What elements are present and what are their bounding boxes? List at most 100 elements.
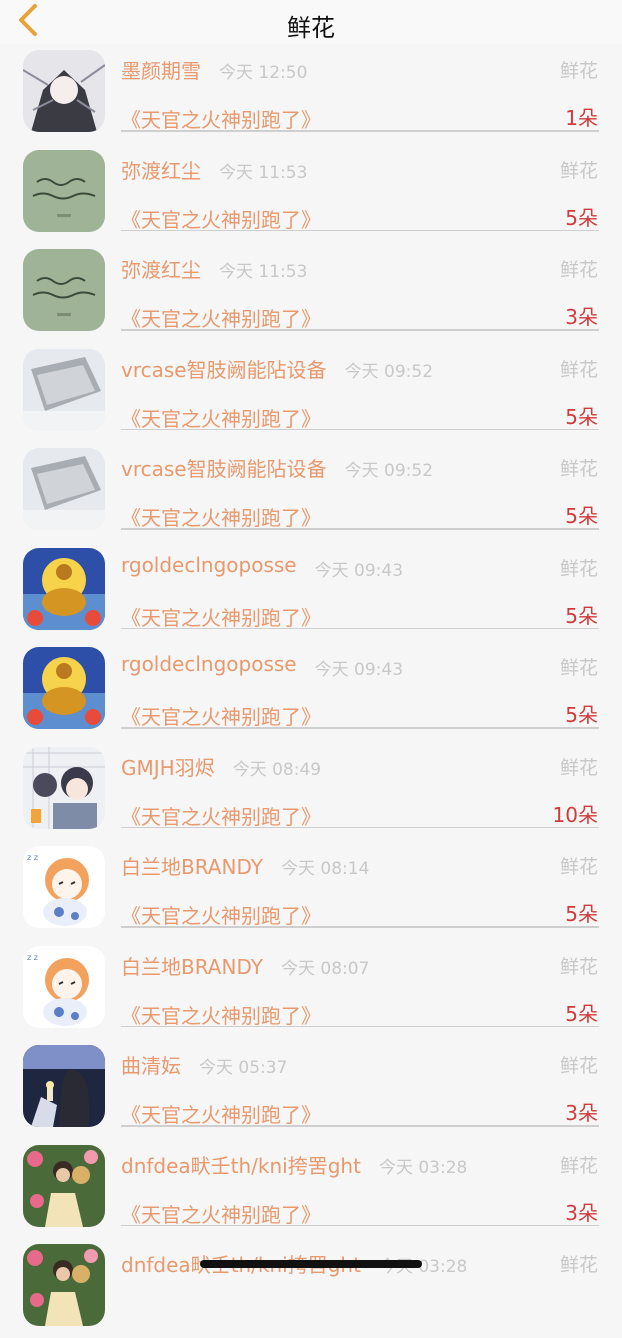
avatar[interactable] bbox=[23, 1244, 105, 1326]
row-divider bbox=[121, 1025, 599, 1027]
home-indicator bbox=[200, 1260, 422, 1268]
timestamp: 今天 09:43 bbox=[314, 560, 404, 581]
flower-count: 5朵 bbox=[565, 404, 598, 429]
avatar[interactable] bbox=[23, 1045, 105, 1127]
flower-count: 5朵 bbox=[565, 902, 598, 926]
flower-count: 5朵 bbox=[565, 205, 598, 230]
row-divider bbox=[121, 528, 599, 530]
avatar[interactable] bbox=[23, 1144, 105, 1227]
row-divider bbox=[121, 329, 599, 331]
flower-count: 3朵 bbox=[565, 1101, 598, 1125]
sender-name[interactable]: rgoldeclngoposse bbox=[121, 553, 297, 577]
timestamp: 今天 11:53 bbox=[219, 262, 308, 282]
svg-text:z z: z z bbox=[27, 953, 38, 962]
list-item[interactable]: 曲清妘 今天 05:37 鲜花《天官之火神别跑了》 3朵 bbox=[0, 1039, 622, 1139]
avatar[interactable] bbox=[23, 547, 105, 630]
avatar[interactable] bbox=[23, 50, 105, 132]
avatar[interactable] bbox=[23, 149, 105, 232]
list-item[interactable]: dnfdea畎壬th/kni挎罟ght今天 03:28鲜花 bbox=[0, 1238, 622, 1338]
page-title: 鲜花 bbox=[287, 14, 335, 42]
book-title-link[interactable]: 《天官之火神别跑了》 bbox=[121, 1199, 321, 1228]
row-divider bbox=[121, 130, 599, 132]
list-item[interactable]: rgoldeclngoposse 今天 09:43 鲜花《天官之火神别跑了》 5朵 bbox=[0, 641, 622, 741]
row-divider bbox=[121, 727, 599, 729]
avatar[interactable] bbox=[23, 746, 105, 829]
row-divider bbox=[121, 1125, 599, 1127]
gift-type-label: 鲜花 bbox=[559, 159, 598, 182]
timestamp: 今天 08:07 bbox=[280, 958, 370, 979]
nav-bar: 鲜花 bbox=[0, 0, 622, 44]
list-item[interactable]: z z 白兰地BRANDY 今天 08:14 鲜花《天官之火神别跑了》 5朵 bbox=[0, 840, 622, 940]
gift-type-label: 鲜花 bbox=[559, 856, 598, 878]
gift-list: 墨颜期雪 今天 12:50 鲜花 《天官之火神别跑了》 1朵 弥渡红尘 今天 11:53 鲜花… bbox=[0, 44, 622, 1338]
row-divider bbox=[121, 826, 599, 828]
list-item[interactable]: 墨颜期雪 今天 12:50 鲜花《天官之火神别跑了》 1朵 bbox=[0, 44, 622, 144]
book-title-link[interactable]: 《天官之火神别跑了》 bbox=[121, 900, 321, 929]
sender-name[interactable]: rgoldeclngoposse bbox=[121, 652, 297, 676]
gift-type-label: 鲜花 bbox=[559, 1154, 598, 1177]
timestamp: 今天 08:49 bbox=[232, 759, 322, 780]
list-item[interactable]: 弥渡红尘 今天 11:53 鲜花《天官之火神别跑了》 3朵 bbox=[0, 243, 622, 343]
book-title-link[interactable]: 《天官之火神别跑了》 bbox=[121, 204, 321, 233]
flower-count: 1朵 bbox=[565, 106, 598, 130]
book-title-link[interactable]: 《天官之火神别跑了》 bbox=[121, 403, 321, 432]
gift-type-label: 鲜花 bbox=[559, 259, 598, 281]
timestamp: 今天 09:43 bbox=[314, 660, 404, 680]
book-title-link[interactable]: 《天官之火神别跑了》 bbox=[121, 1000, 321, 1029]
flower-count: 5朵 bbox=[565, 603, 598, 628]
timestamp: 今天 09:52 bbox=[344, 461, 434, 481]
book-title-link[interactable]: 《天官之火神别跑了》 bbox=[121, 801, 321, 830]
row-divider bbox=[121, 627, 599, 629]
avatar[interactable]: z z bbox=[23, 846, 105, 928]
sender-name[interactable]: vrcase智肢阙能阽设备 bbox=[121, 453, 327, 482]
flower-count: 3朵 bbox=[565, 305, 598, 329]
book-title-link[interactable]: 《天官之火神别跑了》 bbox=[121, 602, 321, 631]
book-title-link[interactable]: 《天官之火神别跑了》 bbox=[121, 502, 321, 531]
list-item[interactable]: GMJH羽烬 今天 08:49 鲜花 《天官之火神别跑了》 10朵 bbox=[0, 741, 622, 841]
gift-type-label: 鲜花 bbox=[559, 458, 598, 480]
list-item[interactable]: vrcase智肢阙能阽设备 今天 09:52 鲜花《天官之火神别跑了》 5朵 bbox=[0, 343, 622, 443]
timestamp: 今天 03:28 bbox=[378, 1157, 468, 1178]
gift-type-label: 鲜花 bbox=[559, 60, 598, 82]
avatar[interactable] bbox=[23, 348, 105, 431]
avatar[interactable] bbox=[23, 448, 105, 530]
timestamp: 今天 05:37 bbox=[199, 1058, 288, 1078]
timestamp: 今天 12:50 bbox=[219, 63, 308, 83]
book-title-link[interactable]: 《天官之火神别跑了》 bbox=[121, 701, 321, 730]
list-item[interactable]: dnfdea畎壬th/kni挎罟ght 今天 03:28 鲜花 《天官之火神别跑了》 3… bbox=[0, 1139, 622, 1239]
sender-name[interactable]: 墨颜期雪 bbox=[121, 55, 201, 84]
sender-name[interactable]: 白兰地BRANDY bbox=[121, 851, 263, 880]
row-divider bbox=[121, 926, 599, 928]
list-item[interactable]: 弥渡红尘 今天 11:53 鲜花《天官之火神别跑了》 5朵 bbox=[0, 144, 622, 244]
row-divider bbox=[121, 428, 599, 430]
sender-name[interactable]: 曲清妘 bbox=[121, 1050, 181, 1079]
list-item[interactable]: vrcase智肢阙能阽设备 今天 09:52 鲜花《天官之火神别跑了》 5朵 bbox=[0, 442, 622, 542]
gift-type-label: 鲜花 bbox=[559, 657, 598, 679]
gift-type-label: 鲜花 bbox=[559, 1254, 598, 1276]
avatar[interactable]: z z bbox=[23, 945, 105, 1028]
sender-name[interactable]: GMJH羽烬 bbox=[121, 752, 215, 781]
flower-count: 5朵 bbox=[565, 703, 598, 727]
avatar[interactable] bbox=[23, 249, 105, 331]
row-divider bbox=[121, 1224, 599, 1226]
book-title-link[interactable]: 《天官之火神别跑了》 bbox=[121, 303, 321, 332]
avatar[interactable] bbox=[23, 647, 105, 729]
book-title-link[interactable]: 《天官之火神别跑了》 bbox=[121, 104, 321, 133]
gift-type-label: 鲜花 bbox=[559, 756, 598, 779]
book-title-link[interactable]: 《天官之火神别跑了》 bbox=[121, 1099, 321, 1128]
timestamp: 今天 08:14 bbox=[280, 859, 370, 879]
list-item[interactable]: z z 白兰地BRANDY 今天 08:07 鲜花 《天官之火神别跑了》 5朵 bbox=[0, 940, 622, 1040]
sender-name[interactable]: 弥渡红尘 bbox=[121, 254, 201, 283]
timestamp: 今天 11:53 bbox=[219, 162, 308, 183]
gift-type-label: 鲜花 bbox=[559, 358, 598, 381]
svg-text:z z: z z bbox=[27, 853, 38, 862]
sender-name[interactable]: dnfdea畎壬th/kni挎罟ght bbox=[121, 1150, 361, 1179]
gift-type-label: 鲜花 bbox=[559, 1055, 598, 1077]
flower-count: 5朵 bbox=[565, 504, 598, 528]
sender-name[interactable]: 弥渡红尘 bbox=[121, 155, 201, 184]
gift-type-label: 鲜花 bbox=[559, 557, 598, 580]
sender-name[interactable]: 白兰地BRANDY bbox=[121, 951, 263, 980]
timestamp: 今天 09:52 bbox=[344, 361, 434, 382]
sender-name[interactable]: vrcase智肢阙能阽设备 bbox=[121, 354, 327, 383]
list-item[interactable]: rgoldeclngoposse 今天 09:43 鲜花《天官之火神别跑了》 5朵 bbox=[0, 542, 622, 642]
